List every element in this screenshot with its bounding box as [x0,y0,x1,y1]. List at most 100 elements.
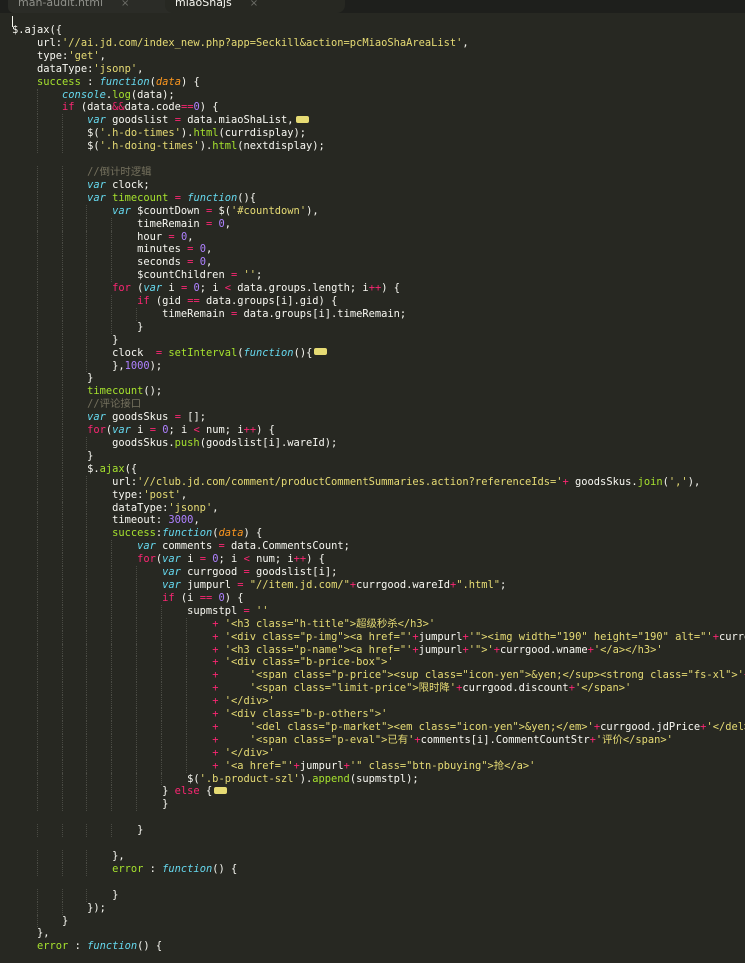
code-text: console.log(data); [12,89,175,101]
code-token: ".html" [456,578,501,591]
code-text: goodsSkus.push(goodslist[i].wareId); [12,437,337,449]
code-text: dataType:'jsonp', [12,63,143,75]
code-token: } [12,888,119,901]
code-token: , [137,62,144,75]
code-text: var goodslist = data.miaoShaList, [12,114,309,126]
code-line: supmstpl = '' [0,604,745,618]
code-token: '//club.jd.com/comment/productCommentSum… [137,475,563,488]
code-token: , [462,36,469,49]
code-line: $('.h-do-times').html(currdisplay); [0,127,745,141]
code-token: error [112,862,144,875]
code-token: '">' [468,643,494,656]
code-token: timecount [87,385,144,398]
fold-marker-icon[interactable] [314,348,328,356]
code-token: (gid [149,295,188,308]
code-token: ++ [243,424,257,437]
code-line: hour = 0, [0,230,745,244]
code-token: } [12,785,175,798]
code-token: }, [12,359,125,372]
code-text: + '</div>' [12,695,275,707]
code-token: jumpurl [299,759,344,772]
code-text: } [12,334,118,346]
code-token: ). [299,772,313,785]
code-token: currgood.wareId [356,578,450,591]
close-icon[interactable]: × [121,0,129,9]
tab-man-audit[interactable]: man-audit.html × [8,0,178,13]
code-line: seconds = 0, [0,256,745,270]
code-token: (data [74,101,113,114]
code-text: timecount(); [12,385,162,397]
code-token: for [87,424,106,437]
code-token: '<div class="b-price-box">' [224,656,394,669]
code-token: ). [199,140,213,153]
code-line: + '<a href="'+jumpurl+'" class="btn-pbuy… [0,759,745,773]
code-token: } [12,449,94,462]
code-token: (nextdisplay); [237,140,325,153]
code-token: function [162,527,213,540]
tab-bar: man-audit.html × miaoShajs × [0,0,745,13]
code-token: num; i [249,553,294,566]
code-token: html [193,127,219,140]
code-line: dataType:'jsonp', [0,63,745,76]
code-token: setInterval [168,346,238,359]
code-line: + '<div class="b-price-box">' [0,656,745,670]
code-text: for (var i = 0; i < data.groups.length; … [12,282,400,294]
code-token: ) { [180,75,200,88]
code-token: $. [12,462,100,475]
code-token: var [162,553,181,566]
code-text: timeRemain = data.groups[i].timeRemain; [12,308,406,320]
code-editor[interactable]: $.ajax({ url:'//ai.jd.com/index_new.php?… [0,24,745,953]
code-token: ; i [168,424,194,437]
close-icon[interactable]: × [250,0,258,9]
code-text: if (gid == data.groups[i].gid) { [12,295,337,307]
code-line: if (data&&data.code==0) { [0,101,745,115]
code-token: '#countdown' [231,204,307,217]
code-token: '' [243,269,256,282]
code-token: timeout: [12,514,169,527]
tab-miaosha-js[interactable]: miaoShajs × [165,0,345,13]
code-token: var [112,424,131,437]
code-text: + '<del class="p-market"><em class="icon… [12,721,745,733]
code-token: if [62,101,75,114]
code-text: error : function() { [12,863,237,875]
code-line: type:'post', [0,488,745,502]
code-token: '.b-product-szl' [199,772,300,785]
code-text: var currgood = goodslist[i]; [12,566,337,578]
code-line: url:'//ai.jd.com/index_new.php?app=Secki… [0,37,745,50]
code-token: if [137,295,150,308]
code-line: timeout: 3000, [0,514,745,528]
code-token: error [37,940,69,953]
code-token: (supmstpl); [349,772,419,785]
code-token: data.code [124,101,181,114]
code-token: function [99,75,150,88]
code-token: '//ai.jd.com/index_new.php?app=Seckill&a… [62,36,463,49]
code-text: + '<div class="b-p-others">' [12,708,387,720]
code-token: ). [180,127,194,140]
code-token: goodslist [105,114,175,127]
code-line: }, [0,850,745,863]
code-token: var [162,566,181,579]
code-token: ++ [368,282,382,295]
code-text: } [12,372,93,384]
code-token: '<div class="b-p-others">' [224,708,388,721]
code-token: if [162,591,175,604]
code-token: , [187,230,194,243]
code-line: error : function() { [0,862,745,876]
code-text: clock = setInterval(function(){ [12,346,328,359]
code-token: $( [212,204,231,217]
code-text: $('.b-product-szl').append(supmstpl); [12,773,419,785]
fold-marker-icon[interactable] [214,786,228,794]
code-token: (); [143,385,163,398]
fold-marker-icon[interactable] [295,115,309,123]
code-line: console.log(data); [0,88,745,102]
code-text: dataType:'jsonp', [12,502,218,514]
code-token: ) { [256,424,275,437]
code-token: log [112,88,131,101]
code-token: ++ [293,553,307,566]
code-text: + '<div class="p-img"><a href="'+jumpurl… [12,631,745,643]
